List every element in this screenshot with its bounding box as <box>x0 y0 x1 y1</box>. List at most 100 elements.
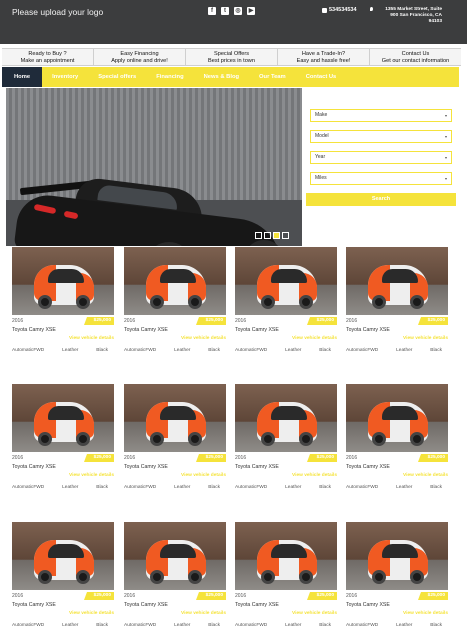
car-wheel <box>410 432 424 446</box>
view-details-link[interactable]: View vehicle details <box>69 611 114 616</box>
vehicle-photo[interactable] <box>346 247 448 315</box>
view-details-link[interactable]: View vehicle details <box>403 611 448 616</box>
car-wheel <box>372 432 386 446</box>
vehicle-photo[interactable] <box>235 247 337 315</box>
car-wheel <box>299 295 313 309</box>
vehicle-title[interactable]: Toyota Camry XSE <box>235 464 279 470</box>
vehicle-specs: AutomaticFWD Leather Black <box>124 623 226 628</box>
view-details-link[interactable]: View vehicle details <box>403 473 448 478</box>
spec-drive-text: FWD <box>145 348 157 353</box>
vehicle-photo[interactable] <box>124 247 226 315</box>
view-details-link[interactable]: View vehicle details <box>292 473 337 478</box>
car-wheel <box>410 570 424 584</box>
vehicle-title[interactable]: Toyota Camry XSE <box>12 464 56 470</box>
car-wheel <box>372 295 386 309</box>
spec-interior: Leather <box>62 485 79 490</box>
vehicle-title[interactable]: Toyota Camry XSE <box>346 602 390 608</box>
vehicle-price: $25,000 <box>307 317 337 325</box>
car-window <box>160 406 196 420</box>
spec-interior: Leather <box>62 623 79 628</box>
view-details-link[interactable]: View vehicle details <box>292 336 337 341</box>
view-details-link[interactable]: View vehicle details <box>181 611 226 616</box>
vehicle-price: $25,000 <box>84 592 114 600</box>
vehicle-card[interactable]: 2016 $25,000 Toyota Camry XSE View vehicle … <box>346 247 448 357</box>
spec-interior: Leather <box>396 623 413 628</box>
vehicle-price: $25,000 <box>196 317 226 325</box>
car-window <box>271 406 307 420</box>
vehicle-price: $25,000 <box>418 592 448 600</box>
vehicle-price: $25,000 <box>418 454 448 462</box>
spec-interior: Leather <box>396 348 413 353</box>
vehicle-specs: AutomaticFWD Leather Black <box>124 348 226 353</box>
vehicle-card[interactable]: 2016 $25,000 Toyota Camry XSE View vehicle … <box>346 522 448 632</box>
vehicle-specs: AutomaticFWD Leather Black <box>12 348 114 353</box>
vehicle-year: 2016 <box>12 455 24 461</box>
vehicle-title[interactable]: Toyota Camry XSE <box>12 602 56 608</box>
vehicle-specs: AutomaticFWD Leather Black <box>346 623 448 628</box>
car-window <box>271 269 307 283</box>
vehicle-card[interactable]: 2016 $25,000 Toyota Camry XSE View vehicle … <box>346 384 448 494</box>
spec-color: Black <box>319 485 331 490</box>
view-details-link[interactable]: View vehicle details <box>181 473 226 478</box>
vehicle-specs: AutomaticFWD Leather Black <box>235 348 337 353</box>
car-window <box>48 406 84 420</box>
spec-transmission: AutomaticFWD <box>12 623 44 628</box>
spec-transmission-text: Automatic <box>235 623 257 628</box>
vehicle-year: 2016 <box>346 455 358 461</box>
vehicle-title[interactable]: Toyota Camry XSE <box>235 602 279 608</box>
spec-color: Black <box>208 623 220 628</box>
spec-drive-text: FWD <box>367 485 379 490</box>
vehicle-specs: AutomaticFWD Leather Black <box>235 623 337 628</box>
view-details-link[interactable]: View vehicle details <box>181 336 226 341</box>
spec-transmission: AutomaticFWD <box>12 348 44 353</box>
spec-transmission-text: Automatic <box>346 623 368 628</box>
vehicle-photo[interactable] <box>12 247 114 315</box>
spec-transmission-text: Automatic <box>346 348 368 353</box>
vehicle-title[interactable]: Toyota Camry XSE <box>124 602 168 608</box>
spec-interior: Leather <box>174 485 191 490</box>
vehicle-title[interactable]: Toyota Camry XSE <box>346 464 390 470</box>
vehicle-card[interactable]: 2016 $25,000 Toyota Camry XSE View vehicle … <box>12 384 114 494</box>
spec-transmission-text: Automatic <box>124 348 146 353</box>
view-details-link[interactable]: View vehicle details <box>69 336 114 341</box>
vehicle-photo[interactable] <box>346 384 448 452</box>
vehicle-photo[interactable] <box>12 384 114 452</box>
car-wheel <box>261 570 275 584</box>
spec-interior: Leather <box>62 348 79 353</box>
vehicle-year: 2016 <box>235 455 247 461</box>
vehicle-card[interactable]: 2016 $25,000 Toyota Camry XSE View vehicle … <box>235 247 337 357</box>
spec-color: Black <box>319 348 331 353</box>
vehicle-card[interactable]: 2016 $25,000 Toyota Camry XSE View vehicle … <box>235 384 337 494</box>
vehicle-photo[interactable] <box>124 384 226 452</box>
vehicle-title[interactable]: Toyota Camry XSE <box>346 327 390 333</box>
view-details-link[interactable]: View vehicle details <box>403 336 448 341</box>
car-wheel <box>38 432 52 446</box>
vehicle-title[interactable]: Toyota Camry XSE <box>124 464 168 470</box>
vehicle-card[interactable]: 2016 $25,000 Toyota Camry XSE View vehicle … <box>12 247 114 357</box>
vehicle-card[interactable]: 2016 $25,000 Toyota Camry XSE View vehicle … <box>12 522 114 632</box>
vehicle-card[interactable]: 2016 $25,000 Toyota Camry XSE View vehicle … <box>235 522 337 632</box>
vehicle-photo[interactable] <box>235 522 337 590</box>
inventory-grid: 2016 $25,000 Toyota Camry XSE View vehicle … <box>0 0 467 636</box>
car-window <box>48 269 84 283</box>
vehicle-card[interactable]: 2016 $25,000 Toyota Camry XSE View vehicle … <box>124 522 226 632</box>
vehicle-card[interactable]: 2016 $25,000 Toyota Camry XSE View vehicle … <box>124 384 226 494</box>
vehicle-title[interactable]: Toyota Camry XSE <box>12 327 56 333</box>
spec-color: Black <box>319 623 331 628</box>
vehicle-year: 2016 <box>124 455 136 461</box>
spec-transmission: AutomaticFWD <box>12 485 44 490</box>
spec-drive-text: FWD <box>367 623 379 628</box>
vehicle-photo[interactable] <box>124 522 226 590</box>
vehicle-photo[interactable] <box>12 522 114 590</box>
car-wheel <box>372 570 386 584</box>
view-details-link[interactable]: View vehicle details <box>69 473 114 478</box>
vehicle-title[interactable]: Toyota Camry XSE <box>235 327 279 333</box>
view-details-link[interactable]: View vehicle details <box>292 611 337 616</box>
car-wheel <box>188 432 202 446</box>
car-wheel <box>150 570 164 584</box>
vehicle-photo[interactable] <box>346 522 448 590</box>
vehicle-title[interactable]: Toyota Camry XSE <box>124 327 168 333</box>
spec-interior: Leather <box>285 623 302 628</box>
vehicle-card[interactable]: 2016 $25,000 Toyota Camry XSE View vehicle … <box>124 247 226 357</box>
vehicle-photo[interactable] <box>235 384 337 452</box>
